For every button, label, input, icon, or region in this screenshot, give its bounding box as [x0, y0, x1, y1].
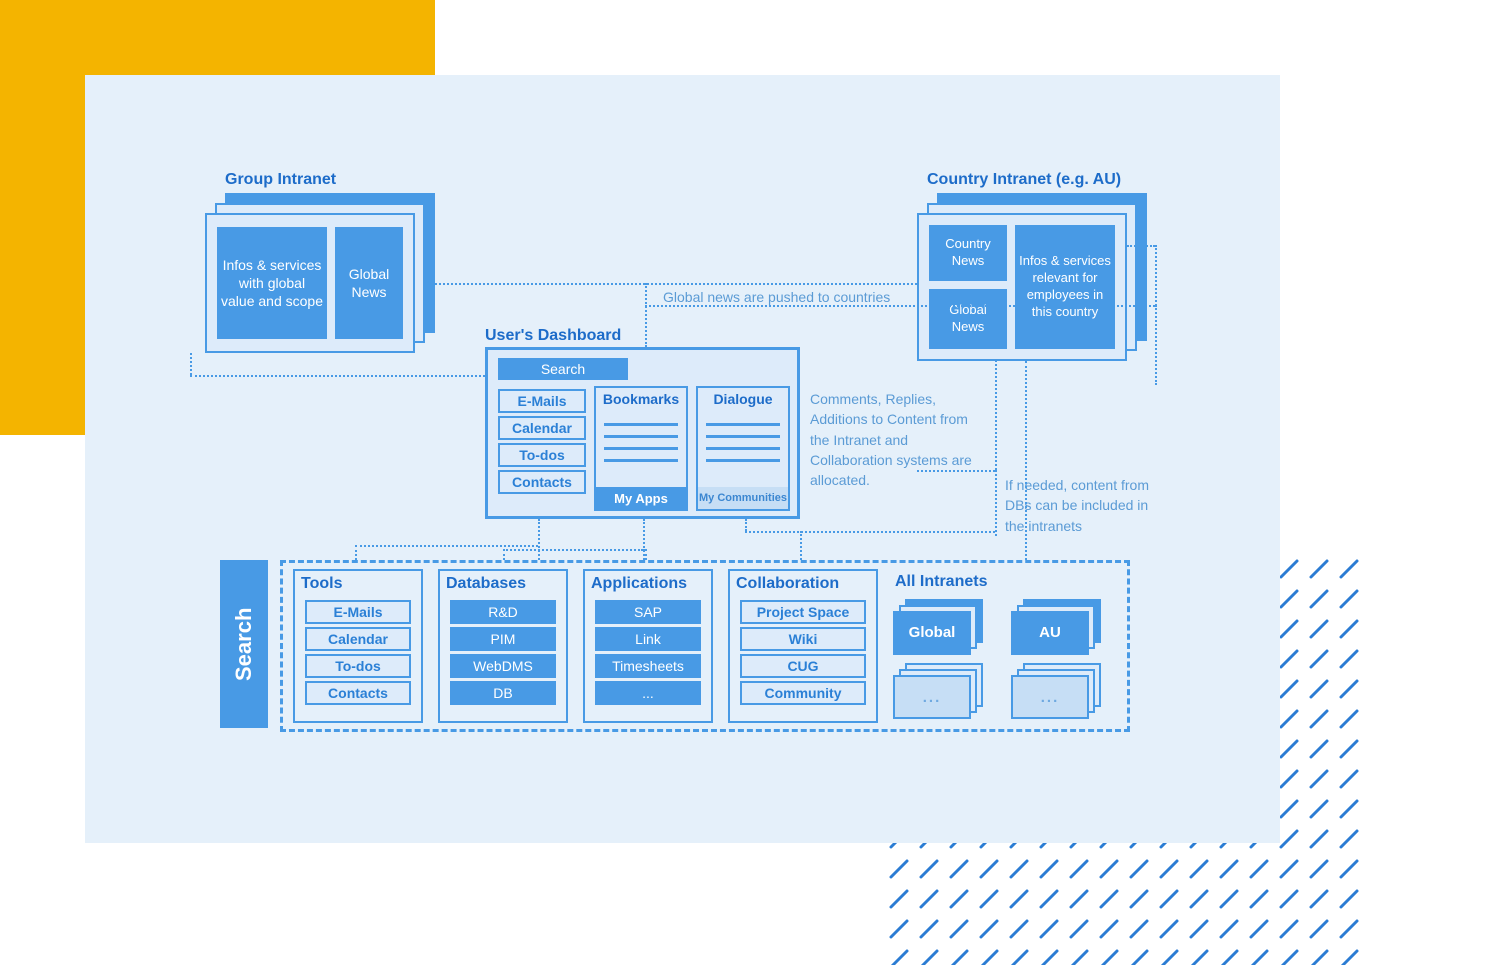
dashboard-col3-foot: My Communities — [698, 487, 788, 509]
dashboard-col2: Bookmarks My Apps — [594, 386, 688, 511]
conn-col3-v2 — [995, 470, 997, 536]
tools-item: E-Mails — [305, 600, 411, 624]
dashboard-col2-lines — [596, 414, 686, 471]
cat-intranets: All Intranets Global AU ... ... — [893, 569, 1118, 723]
conn-col1-v — [355, 545, 357, 560]
cat-applications-title: Applications — [585, 571, 711, 597]
db-item: PIM — [450, 627, 556, 651]
conn-country-in — [645, 305, 1155, 307]
db-item: DB — [450, 681, 556, 705]
app-item: ... — [595, 681, 701, 705]
country-stack-front: Country News Global News Infos & service… — [917, 213, 1127, 361]
bottom-search-bar: Search — [220, 560, 268, 728]
app-item: Timesheets — [595, 654, 701, 678]
country-intranet-title: Country Intranet (e.g. AU) — [927, 171, 1121, 189]
conn-globalnews-dashdown — [645, 283, 647, 347]
group-box-infos: Infos & services with global value and s… — [217, 227, 327, 339]
dashboard-col3-head: Dialogue — [698, 391, 788, 407]
conn-col3-h — [745, 531, 995, 533]
country-box-gnews: Global News — [929, 289, 1007, 349]
collab-item: Wiki — [740, 627, 866, 651]
dashboard-col2-foot: My Apps — [594, 487, 688, 511]
tools-item: Contacts — [305, 681, 411, 705]
cat-applications: Applications SAP Link Timesheets ... — [583, 569, 713, 723]
conn-globalnews-h — [435, 283, 917, 285]
db-item: R&D — [450, 600, 556, 624]
note-comments: Comments, Replies, Additions to Content … — [810, 389, 990, 490]
collab-item: CUG — [740, 654, 866, 678]
dashboard-title: User's Dashboard — [485, 327, 621, 345]
conn-col3-down — [745, 519, 747, 531]
cat-collaboration-title: Collaboration — [730, 571, 876, 597]
dashboard-panel: Search E-Mails Calendar To-dos Contacts … — [485, 347, 800, 519]
dashboard-col3-lines — [698, 414, 788, 471]
cat-collaboration: Collaboration Project Space Wiki CUG Com… — [728, 569, 878, 723]
dashboard-col1-item: To-dos — [498, 443, 586, 467]
dashboard-col1: E-Mails Calendar To-dos Contacts — [498, 386, 586, 497]
app-item: Link — [595, 627, 701, 651]
country-box-cnews: Country News — [929, 225, 1007, 281]
dashboard-search: Search — [498, 358, 628, 380]
conn-db-down — [995, 360, 997, 470]
dashboard-col1-item: E-Mails — [498, 389, 586, 413]
app-item: SAP — [595, 600, 701, 624]
conn-col2-h1 — [503, 549, 643, 551]
note-dbs: If needed, content from DBs can be inclu… — [1005, 475, 1160, 536]
collab-item: Project Space — [740, 600, 866, 624]
bottom-dash-panel: Tools E-Mails Calendar To-dos Contacts D… — [280, 560, 1130, 732]
dashboard-col3: Dialogue My Communities — [696, 386, 790, 511]
conn-col1-down — [538, 519, 540, 560]
conn-country-out — [1127, 245, 1155, 247]
cat-databases-title: Databases — [440, 571, 566, 597]
conn-col3-note — [917, 470, 995, 472]
dashboard-col1-item: Contacts — [498, 470, 586, 494]
conn-all-intranets — [1025, 361, 1027, 560]
cat-intranets-title: All Intranets — [893, 569, 1118, 595]
group-box-news: Global News — [335, 227, 403, 339]
intranet-more2: ... — [1011, 675, 1089, 719]
tools-item: To-dos — [305, 654, 411, 678]
cat-tools-title: Tools — [295, 571, 421, 597]
dashboard-col2-head: Bookmarks — [596, 391, 686, 407]
cat-databases: Databases R&D PIM WebDMS DB — [438, 569, 568, 723]
cat-tools: Tools E-Mails Calendar To-dos Contacts — [293, 569, 423, 723]
intranet-au: AU — [1011, 611, 1089, 655]
country-box-infos: Infos & services relevant for employees … — [1015, 225, 1115, 349]
db-item: WebDMS — [450, 654, 556, 678]
intranet-global: Global — [893, 611, 971, 655]
conn-col2-v2 — [645, 549, 647, 560]
conn-country-in-v — [1155, 305, 1157, 385]
conn-col3-v1 — [800, 531, 802, 560]
conn-col2-v1 — [503, 549, 505, 560]
conn-group-dash — [190, 375, 485, 377]
group-stack-front: Infos & services with global value and s… — [205, 213, 415, 353]
diagram-canvas: Group Intranet Infos & services with glo… — [85, 75, 1280, 843]
tools-item: Calendar — [305, 627, 411, 651]
intranet-more1: ... — [893, 675, 971, 719]
dashboard-col1-item: Calendar — [498, 416, 586, 440]
group-intranet-title: Group Intranet — [225, 171, 336, 189]
conn-group-v — [190, 353, 192, 375]
collab-item: Community — [740, 681, 866, 705]
conn-col1-h — [355, 545, 538, 547]
